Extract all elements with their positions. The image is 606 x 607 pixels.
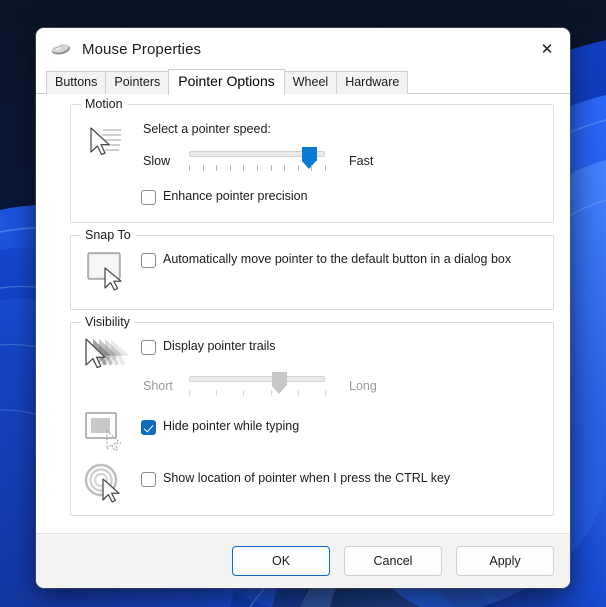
pointer-trails-icon <box>81 335 127 379</box>
close-icon[interactable]: ✕ <box>524 28 570 70</box>
hide-pointer-while-typing-label: Hide pointer while typing <box>163 418 299 434</box>
hide-pointer-while-typing-box[interactable] <box>141 420 156 435</box>
auto-move-pointer-box[interactable] <box>141 253 156 268</box>
trails-slider-track[interactable] <box>189 376 325 382</box>
checkbox-display-pointer-trails[interactable]: Display pointer trails <box>141 339 276 355</box>
tab-wheel[interactable]: Wheel <box>284 71 337 94</box>
checkbox-hide-pointer-while-typing[interactable]: Hide pointer while typing <box>141 419 299 435</box>
checkbox-show-location[interactable]: Show location of pointer when I press th… <box>141 471 450 487</box>
pointer-speed-slider[interactable] <box>189 147 341 173</box>
group-motion: Motion Select a pointer speed: Slow <box>70 104 554 223</box>
display-pointer-trails-box[interactable] <box>141 340 156 355</box>
checkbox-enhance-precision[interactable]: Enhance pointer precision <box>141 189 308 205</box>
tab-pointer-options[interactable]: Pointer Options <box>168 69 285 95</box>
pointer-trails-slider[interactable] <box>189 372 341 398</box>
tab-hardware[interactable]: Hardware <box>336 71 408 94</box>
title-bar[interactable]: Mouse Properties ✕ <box>36 28 570 70</box>
trails-short-label: Short <box>143 378 173 394</box>
pointer-speed-label: Select a pointer speed: <box>143 121 271 137</box>
trails-long-label: Long <box>349 378 377 394</box>
group-snap-to: Snap To Automatically move pointer to th… <box>70 235 554 310</box>
mouse-properties-dialog: Mouse Properties ✕ Buttons Pointers Poin… <box>36 28 570 588</box>
group-snap-to-legend: Snap To <box>81 228 135 242</box>
slider-thumb[interactable] <box>302 147 317 168</box>
display-pointer-trails-label: Display pointer trails <box>163 338 276 354</box>
tab-buttons[interactable]: Buttons <box>46 71 106 94</box>
cancel-button[interactable]: Cancel <box>344 546 442 576</box>
snap-to-icon <box>83 248 129 292</box>
show-location-label: Show location of pointer when I press th… <box>163 470 450 486</box>
slider-slow-label: Slow <box>143 153 170 169</box>
tab-panel-pointer-options: Motion Select a pointer speed: Slow <box>36 93 570 533</box>
show-location-icon <box>81 461 127 505</box>
auto-move-pointer-label: Automatically move pointer to the defaul… <box>163 251 511 267</box>
show-location-box[interactable] <box>141 472 156 487</box>
enhance-precision-label: Enhance pointer precision <box>163 188 308 204</box>
checkbox-auto-move-pointer[interactable]: Automatically move pointer to the defaul… <box>141 252 531 268</box>
ok-button[interactable]: OK <box>232 546 330 576</box>
group-visibility-legend: Visibility <box>81 315 134 329</box>
tab-pointers[interactable]: Pointers <box>105 71 169 94</box>
enhance-precision-box[interactable] <box>141 190 156 205</box>
apply-button[interactable]: Apply <box>456 546 554 576</box>
tab-strip: Buttons Pointers Pointer Options Wheel H… <box>46 70 570 94</box>
slider-fast-label: Fast <box>349 153 373 169</box>
group-visibility: Visibility <box>70 322 554 516</box>
pointer-speed-icon <box>83 121 129 165</box>
group-motion-legend: Motion <box>81 97 127 111</box>
hide-pointer-icon <box>81 409 127 453</box>
window-title: Mouse Properties <box>82 41 201 58</box>
trails-slider-thumb[interactable] <box>272 372 287 393</box>
mouse-icon <box>50 41 72 57</box>
dialog-footer: OK Cancel Apply <box>36 533 570 588</box>
